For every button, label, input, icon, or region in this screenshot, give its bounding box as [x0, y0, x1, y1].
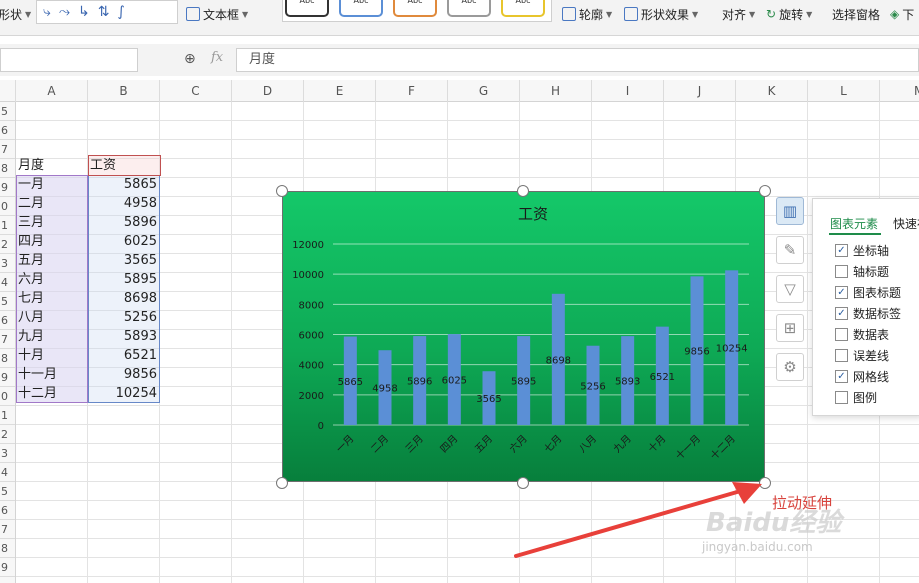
screen: { "ribbon": { "shape_label": "形状", "text…: [0, 0, 919, 583]
watermark-brand: Baidu经验: [706, 508, 842, 538]
watermark-url: jingyan.baidu.com: [702, 540, 813, 554]
